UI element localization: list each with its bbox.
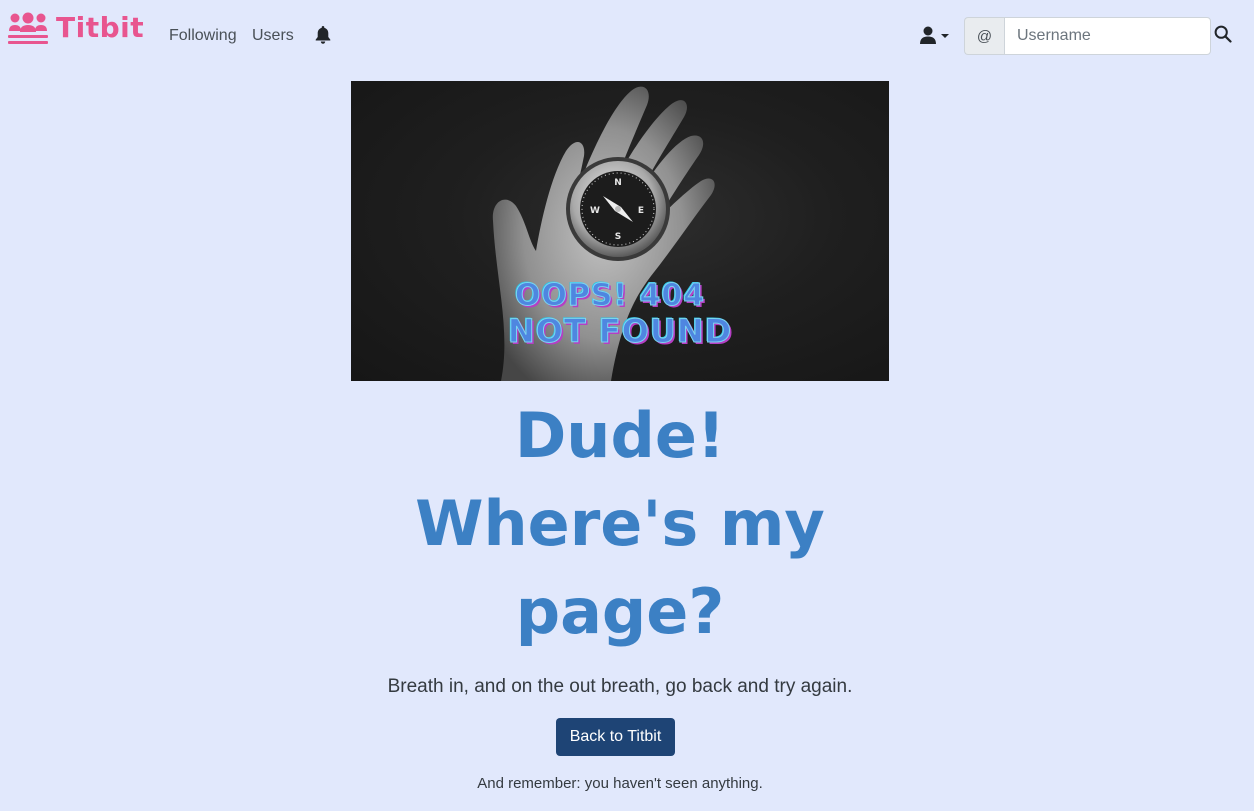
nav-link-users[interactable]: Users <box>252 26 294 46</box>
bell-icon[interactable] <box>315 26 331 44</box>
username-search-input[interactable] <box>1004 17 1211 55</box>
user-menu-dropdown[interactable] <box>919 26 951 44</box>
headline-line-2: Where's my <box>415 487 825 560</box>
404-hero-image: N E S W OOPS! 404 NOT FOUND <box>351 81 889 381</box>
search-icon <box>1214 25 1232 43</box>
caret-down-icon <box>941 34 949 38</box>
svg-text:N: N <box>614 178 622 188</box>
headline-line-3: page? <box>515 575 725 648</box>
remember-text: And remember: you haven't seen anything. <box>477 775 763 792</box>
search-button[interactable] <box>1213 25 1233 45</box>
tagline-text: Breath in, and on the out breath, go bac… <box>387 676 853 697</box>
users-group-icon <box>8 12 48 44</box>
user-icon <box>920 26 936 44</box>
brand-link[interactable]: Titbit <box>8 10 144 46</box>
brand-name: Titbit <box>56 11 145 44</box>
back-to-titbit-button[interactable]: Back to Titbit <box>556 718 675 756</box>
svg-text:E: E <box>638 206 644 216</box>
headline-line-1: Dude! <box>514 399 726 472</box>
not-found-text: NOT FOUND <box>507 312 733 350</box>
oops-404-text: OOPS! 404 <box>514 278 706 313</box>
user-search-group: @ <box>964 17 1211 55</box>
at-addon: @ <box>964 17 1004 55</box>
page-headline: Dude! Where's my page? <box>300 392 940 656</box>
navbar: Titbit Following Users @ <box>0 0 1254 70</box>
svg-text:W: W <box>590 206 600 216</box>
nav-link-following[interactable]: Following <box>169 26 237 46</box>
svg-text:S: S <box>615 232 621 242</box>
